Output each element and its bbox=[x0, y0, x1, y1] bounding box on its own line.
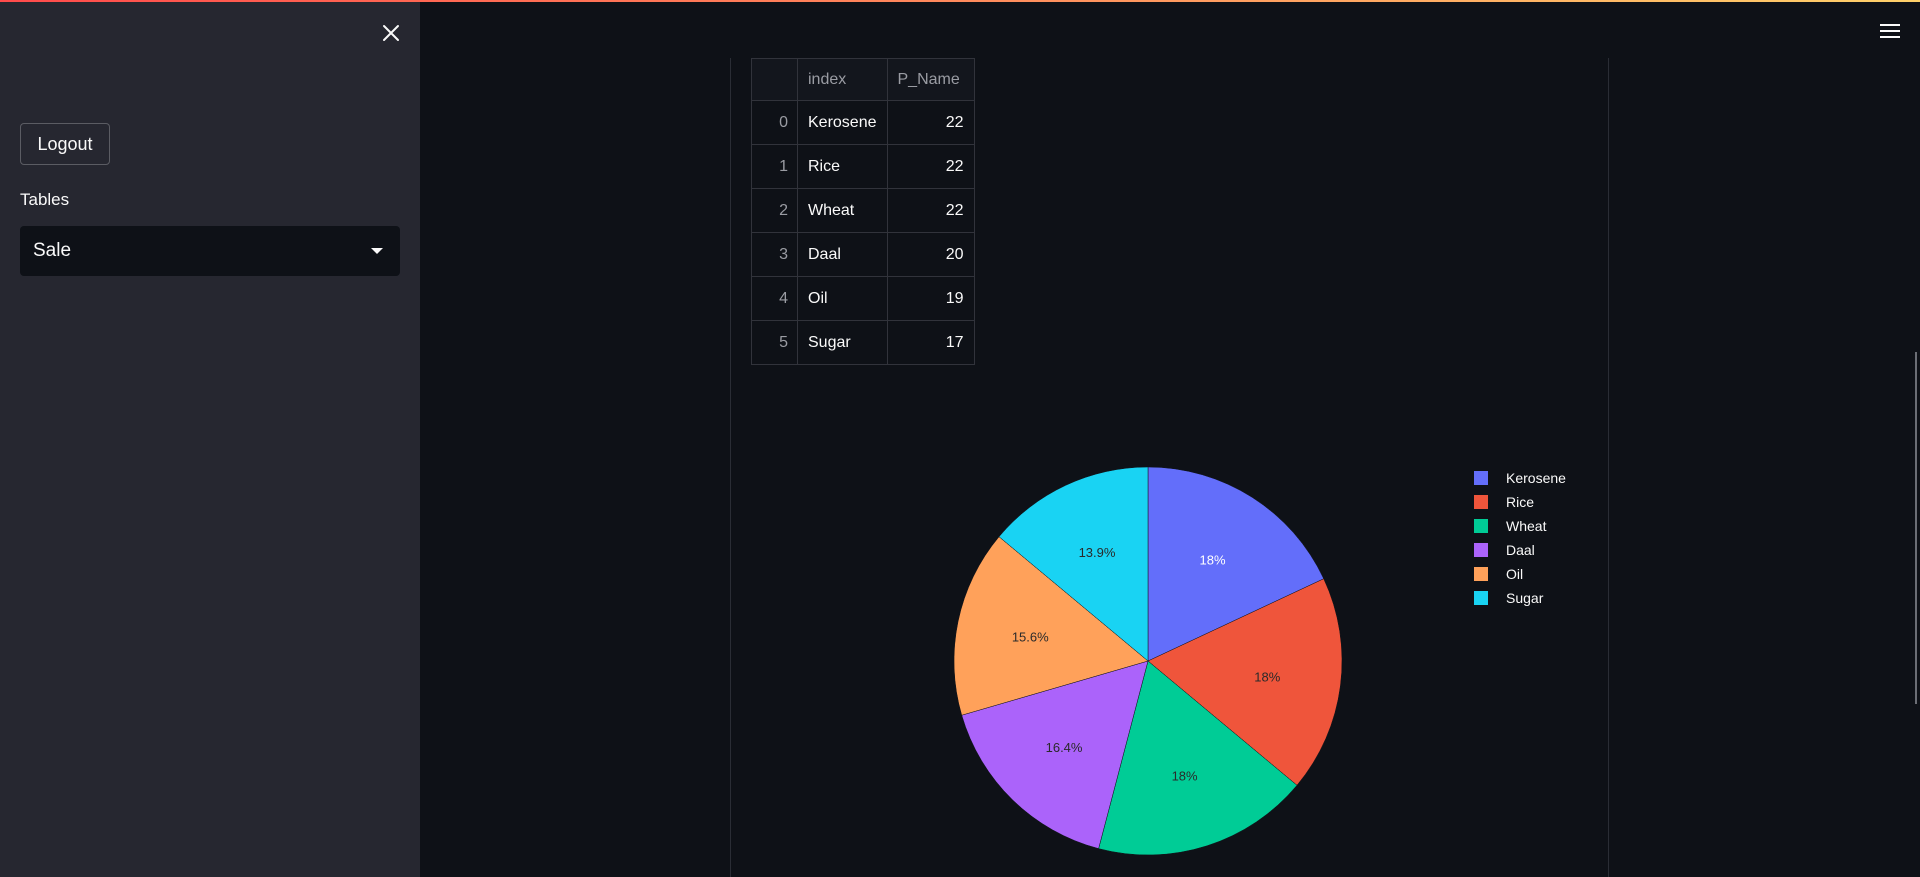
row-index-cell[interactable]: 1 bbox=[751, 144, 798, 189]
logout-button[interactable]: Logout bbox=[20, 123, 110, 165]
pie-percent-label: 16.4% bbox=[1046, 740, 1083, 755]
pie-percent-label: 13.9% bbox=[1079, 545, 1116, 560]
p-name-cell[interactable]: 22 bbox=[886, 144, 975, 189]
table-row: 3 Daal 20 bbox=[751, 232, 975, 277]
selected-table-value: Sale bbox=[33, 240, 72, 261]
column-header-index[interactable]: index bbox=[797, 58, 888, 101]
tables-label: Tables bbox=[20, 190, 70, 209]
sidebar: Logout Tables Sale bbox=[0, 0, 420, 877]
p-name-cell[interactable]: 22 bbox=[886, 188, 975, 233]
table-row: 1 Rice 22 bbox=[751, 144, 975, 189]
index-cell[interactable]: Kerosene bbox=[797, 100, 888, 145]
pie-percent-label: 18% bbox=[1172, 769, 1198, 784]
index-cell[interactable]: Wheat bbox=[797, 188, 888, 233]
index-cell[interactable]: Rice bbox=[797, 144, 888, 189]
table-header-row: index P_Name bbox=[751, 58, 975, 101]
legend-swatch-kerosene[interactable] bbox=[1474, 471, 1488, 485]
row-index-cell[interactable]: 4 bbox=[751, 276, 798, 321]
table-row: 0 Kerosene 22 bbox=[751, 100, 975, 145]
content-right-border bbox=[1608, 58, 1609, 877]
column-header-blank[interactable] bbox=[751, 58, 798, 101]
legend-label-sugar[interactable]: Sugar bbox=[1506, 590, 1544, 606]
pie-chart: 18% 18% 18% 16.4% 15.6% 13.9% Kerosene Rice Whea… bbox=[953, 466, 1566, 856]
p-name-cell[interactable]: 19 bbox=[886, 276, 975, 321]
close-sidebar-button[interactable] bbox=[376, 18, 406, 48]
index-cell[interactable]: Oil bbox=[797, 276, 888, 321]
pie-percent-label: 15.6% bbox=[1012, 629, 1049, 644]
top-decoration-bar bbox=[0, 0, 1920, 2]
dataframe-table: index P_Name 0 Kerosene 22 1 Rice 22 2 W… bbox=[751, 58, 975, 365]
index-cell[interactable]: Sugar bbox=[797, 320, 888, 365]
column-header-p-name[interactable]: P_Name bbox=[886, 58, 975, 101]
table-row: 4 Oil 19 bbox=[751, 276, 975, 321]
row-index-cell[interactable]: 3 bbox=[751, 232, 798, 277]
legend-swatch-wheat[interactable] bbox=[1474, 519, 1488, 533]
legend-label-kerosene[interactable]: Kerosene bbox=[1506, 470, 1566, 486]
close-icon bbox=[383, 25, 399, 41]
legend-swatch-sugar[interactable] bbox=[1474, 591, 1488, 605]
table-row: 5 Sugar 17 bbox=[751, 320, 975, 365]
row-index-cell[interactable]: 5 bbox=[751, 320, 798, 365]
legend-label-daal[interactable]: Daal bbox=[1506, 542, 1535, 558]
legend-swatch-oil[interactable] bbox=[1474, 567, 1488, 581]
legend-label-wheat[interactable]: Wheat bbox=[1506, 518, 1547, 534]
table-row: 2 Wheat 22 bbox=[751, 188, 975, 233]
hamburger-menu-icon bbox=[1880, 24, 1900, 26]
pie-percent-label: 18% bbox=[1254, 669, 1280, 684]
p-name-cell[interactable]: 20 bbox=[886, 232, 975, 277]
tables-select[interactable]: Sale bbox=[20, 226, 400, 276]
p-name-cell[interactable]: 22 bbox=[886, 100, 975, 145]
p-name-cell[interactable]: 17 bbox=[886, 320, 975, 365]
caret-down-icon bbox=[371, 248, 383, 254]
legend-label-oil[interactable]: Oil bbox=[1506, 566, 1523, 582]
index-cell[interactable]: Daal bbox=[797, 232, 888, 277]
content-left-border bbox=[730, 58, 731, 877]
pie-percent-label: 18% bbox=[1200, 553, 1226, 568]
main-menu-button[interactable] bbox=[1876, 18, 1904, 44]
hamburger-menu-icon-line bbox=[1880, 30, 1900, 32]
row-index-cell[interactable]: 2 bbox=[751, 188, 798, 233]
scrollbar-thumb[interactable] bbox=[1915, 352, 1917, 704]
legend-swatch-rice[interactable] bbox=[1474, 495, 1488, 509]
legend-label-rice[interactable]: Rice bbox=[1506, 494, 1534, 510]
row-index-cell[interactable]: 0 bbox=[751, 100, 798, 145]
legend-swatch-daal[interactable] bbox=[1474, 543, 1488, 557]
hamburger-menu-icon-line bbox=[1880, 36, 1900, 38]
